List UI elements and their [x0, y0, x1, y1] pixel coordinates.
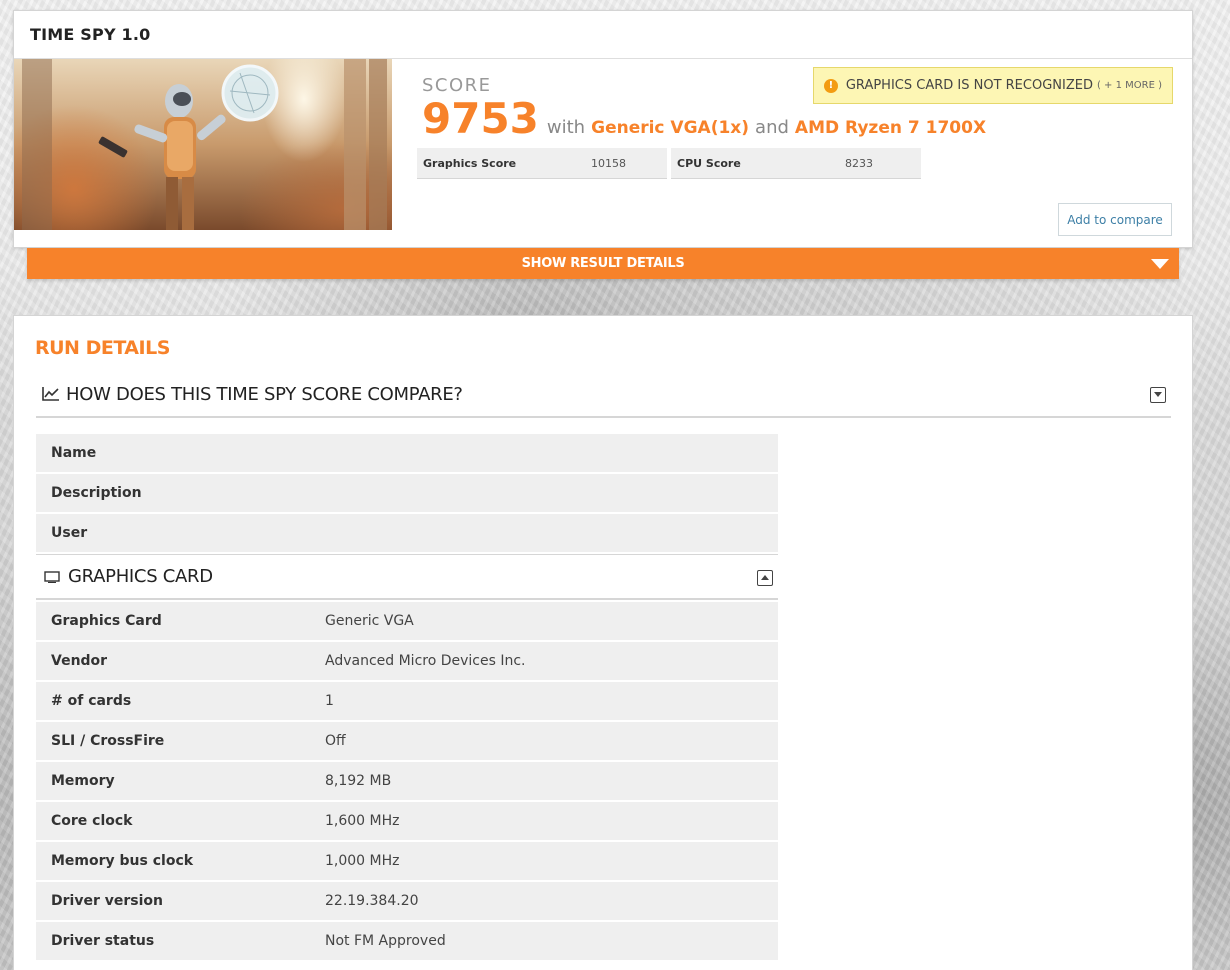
row-value: 8,192 MB — [325, 773, 392, 789]
run-details-title: RUN DETAILS — [35, 337, 170, 359]
time-spy-artwork — [22, 59, 387, 230]
score-compare-section-header[interactable]: HOW DOES THIS TIME SPY SCORE COMPARE? — [36, 372, 1171, 418]
table-row: Memory 8,192 MB — [36, 762, 778, 800]
subscore-label: Graphics Score — [423, 156, 517, 170]
warning-more-link[interactable]: ( + 1 MORE ) — [1097, 80, 1162, 91]
run-details-card: RUN DETAILS HOW DOES THIS TIME SPY SCORE… — [13, 315, 1193, 970]
collapse-toggle-icon[interactable] — [757, 570, 773, 586]
line-chart-icon — [42, 387, 59, 401]
row-value: 1 — [325, 693, 334, 709]
table-row: # of cards 1 — [36, 682, 778, 720]
graphics-score: Graphics Score 10158 — [417, 148, 667, 179]
subscore-label: CPU Score — [677, 156, 741, 170]
row-label: Memory — [51, 773, 115, 789]
monitor-icon — [44, 570, 60, 583]
row-label: Core clock — [51, 813, 133, 829]
graphics-card-table: Graphics Card Generic VGA Vendor Advance… — [36, 602, 778, 962]
result-card: TIME SPY 1.0 SCORE 9753 with Generic VGA… — [13, 10, 1193, 248]
row-value: Not FM Approved — [325, 933, 446, 949]
row-label: SLI / CrossFire — [51, 733, 165, 749]
row-label: User — [51, 525, 88, 541]
exclamation-icon: ! — [823, 78, 838, 93]
score-and-text: and — [755, 117, 789, 138]
table-row: Vendor Advanced Micro Devices Inc. — [36, 642, 778, 680]
table-row: Driver status Not FM Approved — [36, 922, 778, 960]
row-label: # of cards — [51, 693, 132, 709]
show-result-details-button[interactable]: SHOW RESULT DETAILS — [27, 248, 1179, 279]
row-label: Driver version — [51, 893, 163, 909]
row-value: 22.19.384.20 — [325, 893, 419, 909]
show-result-details-label: SHOW RESULT DETAILS — [521, 256, 685, 271]
row-value: Advanced Micro Devices Inc. — [325, 653, 526, 669]
table-row: Description — [36, 474, 778, 512]
row-value: Off — [325, 733, 346, 749]
graphics-card-warning[interactable]: ! GRAPHICS CARD IS NOT RECOGNIZED ( + 1 … — [812, 67, 1173, 104]
expand-toggle-icon[interactable] — [1150, 387, 1166, 403]
score-compare-title: HOW DOES THIS TIME SPY SCORE COMPARE? — [66, 383, 463, 405]
graphics-card-section-header[interactable]: GRAPHICS CARD — [36, 554, 778, 600]
subscore-value: 8233 — [845, 156, 873, 170]
subscores: Graphics Score 10158 CPU Score 8233 — [417, 148, 921, 179]
row-label: Driver status — [51, 933, 155, 949]
table-row: Driver version 22.19.384.20 — [36, 882, 778, 920]
row-label: Vendor — [51, 653, 108, 669]
table-row: SLI / CrossFire Off — [36, 722, 778, 760]
warning-text: GRAPHICS CARD IS NOT RECOGNIZED — [845, 78, 1093, 93]
table-row: Memory bus clock 1,000 MHz — [36, 842, 778, 880]
row-value: 1,000 MHz — [325, 853, 400, 869]
table-row: Graphics Card Generic VGA — [36, 602, 778, 640]
row-label: Graphics Card — [51, 613, 162, 629]
cpu-score: CPU Score 8233 — [671, 148, 921, 179]
benchmark-hero-image — [14, 59, 392, 230]
subscore-value: 10158 — [591, 156, 626, 170]
score-gpu-link[interactable]: Generic VGA(1x) — [591, 118, 749, 138]
score-with-text: with — [546, 117, 586, 138]
row-label: Memory bus clock — [51, 853, 194, 869]
run-info-table: Name Description User — [36, 434, 778, 554]
row-value: 1,600 MHz — [325, 813, 400, 829]
overall-score: 9753 — [422, 94, 539, 143]
benchmark-title: TIME SPY 1.0 — [14, 11, 1192, 59]
graphics-card-title: GRAPHICS CARD — [68, 566, 213, 587]
row-value: Generic VGA — [325, 613, 414, 629]
table-row: Name — [36, 434, 778, 472]
table-row: User — [36, 514, 778, 552]
score-cpu-link[interactable]: AMD Ryzen 7 1700X — [795, 118, 986, 138]
chevron-down-icon — [1151, 259, 1169, 269]
table-row: Core clock 1,600 MHz — [36, 802, 778, 840]
row-label: Description — [51, 485, 142, 501]
row-label: Name — [51, 445, 97, 461]
add-to-compare-button[interactable]: Add to compare — [1058, 203, 1172, 236]
